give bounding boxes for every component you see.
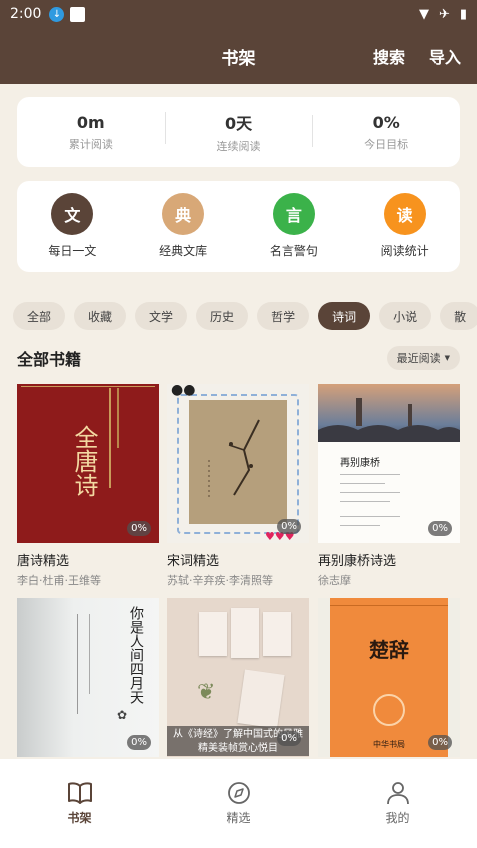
user-icon (386, 782, 409, 805)
search-button[interactable]: 搜索 (373, 44, 405, 68)
chip-novel[interactable]: 小说 (379, 302, 432, 330)
book-author: 苏轼·辛弃疾·李清照等 (167, 574, 273, 587)
shortcut-classics-library[interactable]: 典 经典文库 (128, 181, 239, 272)
cover-painting (189, 400, 287, 524)
sort-label: 最近阅读 (396, 352, 441, 365)
tab-bookshelf[interactable]: 书架 (0, 759, 159, 848)
chip-favorites[interactable]: 收藏 (74, 302, 127, 330)
stat-value: 0天 (224, 114, 253, 133)
stat-streak: 0天 连续阅读 (164, 110, 313, 154)
tab-label: 书架 (67, 811, 92, 825)
book-cover: 你是人间四月天 ✿ 0% (17, 598, 159, 757)
stat-value: 0% (372, 112, 400, 132)
book-author: 徐志摩 (318, 574, 351, 587)
airplane-icon: ✈ (438, 6, 450, 22)
shortcut-reading-stats[interactable]: 读 阅读统计 (349, 181, 460, 272)
eyes-sticker-icon: ●● (171, 384, 196, 398)
section-title: 全部书籍 (17, 350, 82, 369)
book-cover: ❦ 从《诗经》了解中国式的风雅 精美装帧赏心悦目 0% (167, 598, 309, 757)
daily-article-icon: 文 (51, 193, 94, 235)
stat-label: 累计阅读 (68, 137, 113, 151)
book-title: 唐诗精选 (17, 554, 70, 569)
caret-down-icon: ▼ (444, 354, 450, 362)
classics-icon: 典 (162, 193, 205, 235)
shortcut-label: 阅读统计 (380, 244, 429, 258)
progress-badge: 0% (127, 521, 151, 536)
shortcut-quotes[interactable]: 言 名言警句 (239, 181, 350, 272)
shortcut-label: 经典文库 (159, 244, 208, 258)
book-card[interactable]: ●● ♥♥♥ 0% 宋词精选 苏轼·辛弃疾·李清照等 (167, 384, 309, 588)
book-card[interactable]: 你是人间四月天 ✿ 0% (17, 598, 159, 757)
chip-all[interactable]: 全部 (13, 302, 66, 330)
seal-pattern-icon (373, 694, 405, 726)
chip-literature[interactable]: 文学 (135, 302, 188, 330)
cover-photo (318, 384, 460, 442)
book-cover: 楚辞 中华书局 0% (318, 598, 460, 757)
shortcut-label: 名言警句 (269, 244, 318, 258)
quotes-icon: 言 (272, 193, 315, 235)
stat-daily-goal: 0% 今日目标 (312, 113, 460, 152)
chip-history[interactable]: 历史 (196, 302, 249, 330)
cover-title: 全唐诗 (70, 425, 98, 497)
progress-badge: 0% (428, 735, 452, 750)
tab-label: 精选 (226, 811, 251, 825)
stat-total-reading: 0m 累计阅读 (17, 113, 165, 152)
progress-badge: 0% (277, 519, 301, 534)
stat-label: 连续阅读 (216, 140, 261, 153)
chip-prose[interactable]: 散 (440, 302, 477, 330)
progress-badge: 0% (277, 731, 301, 746)
shortcuts-card: 文 每日一文 典 经典文库 言 名言警句 读 阅读统计 (17, 181, 460, 272)
cover-title: 你是人间四月天 (128, 606, 144, 704)
app-bar: 书架 搜索 导入 (0, 28, 477, 84)
tab-featured[interactable]: 精选 (159, 759, 318, 848)
cover-title: 再别康桥 (340, 458, 380, 469)
bottom-tab-bar: 书架 精选 我的 (0, 759, 477, 848)
status-bar: 2:00 ↓ ▼ ✈ ▮ (0, 0, 477, 28)
progress-badge: 0% (127, 735, 151, 750)
book-card[interactable]: ❦ 从《诗经》了解中国式的风雅 精美装帧赏心悦目 0% (167, 598, 309, 757)
stat-label: 今日目标 (364, 137, 409, 151)
reading-stats-card: 0m 累计阅读 0天 连续阅读 0% 今日目标 (17, 97, 460, 167)
tab-label: 我的 (385, 811, 410, 825)
category-chips: 全部 收藏 文学 历史 哲学 诗词 小说 散 (13, 302, 477, 330)
book-cover: 再别康桥 0% (318, 384, 460, 543)
book-cover: ●● ♥♥♥ 0% (167, 384, 309, 543)
book-card[interactable]: 全唐诗 0% 唐诗精选 李白·杜甫·王维等 (17, 384, 159, 588)
shortcut-label: 每日一文 (48, 244, 97, 258)
book-cover: 全唐诗 0% (17, 384, 159, 543)
import-button[interactable]: 导入 (429, 44, 461, 68)
leaf-icon: ❦ (197, 680, 216, 705)
shortcut-daily-article[interactable]: 文 每日一文 (17, 181, 128, 272)
plum-branch-icon (208, 419, 260, 500)
book-author: 李白·杜甫·王维等 (17, 574, 101, 587)
chip-philosophy[interactable]: 哲学 (257, 302, 310, 330)
battery-icon: ▮ (459, 6, 467, 22)
app-notification-icon (70, 6, 86, 22)
flower-icon: ✿ (117, 708, 128, 722)
wifi-icon: ▼ (418, 6, 429, 22)
book-title: 宋词精选 (167, 554, 220, 569)
cover-title: 楚辞 (369, 638, 409, 662)
sort-dropdown[interactable]: 最近阅读 ▼ (386, 346, 460, 370)
reading-stats-icon: 读 (383, 193, 426, 235)
compass-icon (227, 782, 250, 804)
book-title: 再别康桥诗选 (318, 554, 397, 569)
status-time: 2:00 (10, 6, 42, 22)
book-card[interactable]: 楚辞 中华书局 0% (318, 598, 460, 757)
stat-value: 0m (76, 112, 105, 132)
tab-profile[interactable]: 我的 (318, 759, 477, 848)
chip-poetry[interactable]: 诗词 (318, 302, 371, 330)
book-open-icon (67, 782, 92, 804)
book-card[interactable]: 再别康桥 0% 再别康桥诗选 徐志摩 (318, 384, 460, 588)
download-notification-icon: ↓ (49, 6, 65, 22)
progress-badge: 0% (428, 521, 452, 536)
